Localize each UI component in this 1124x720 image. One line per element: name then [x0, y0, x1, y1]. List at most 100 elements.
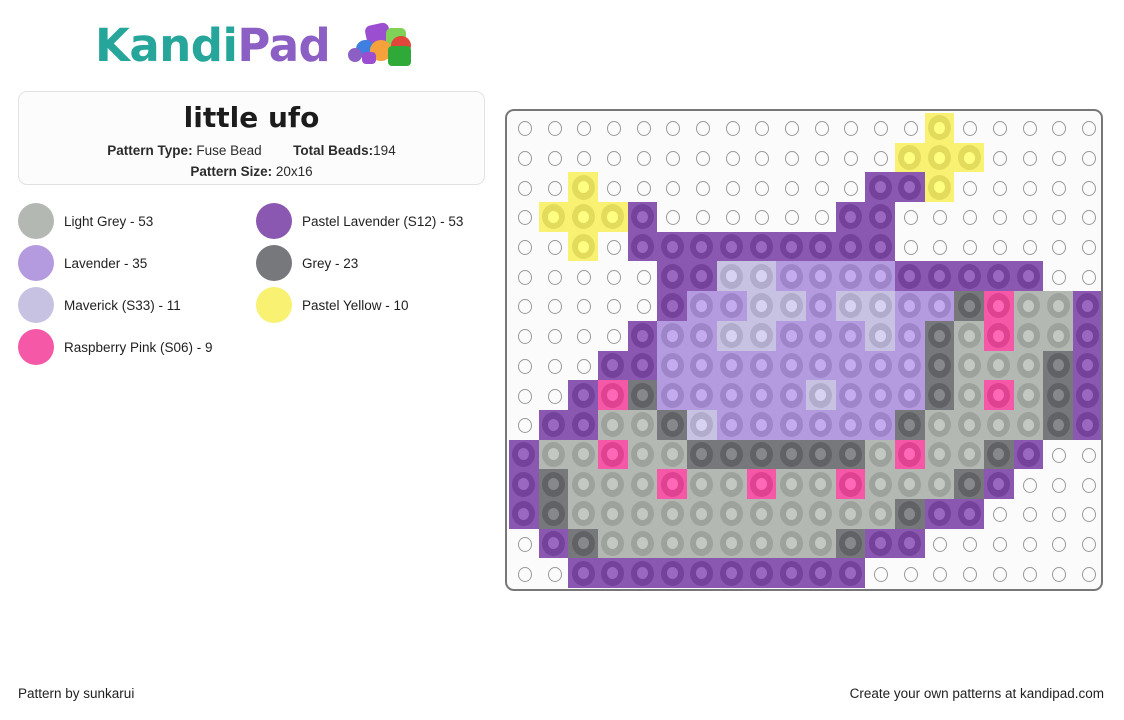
bead-cell-filled[interactable] — [1073, 320, 1101, 351]
bead-cell-filled[interactable] — [538, 409, 569, 440]
bead-cell-empty[interactable] — [1014, 172, 1044, 202]
bead-cell-empty[interactable] — [568, 351, 598, 381]
bead-cell-empty[interactable] — [1073, 172, 1101, 202]
bead-cell-filled[interactable] — [627, 409, 658, 440]
legend-item-grey[interactable]: Grey - 23 — [256, 242, 488, 284]
bead-cell-filled[interactable] — [716, 350, 747, 381]
bead-cell-filled[interactable] — [598, 469, 628, 499]
bead-cell-empty[interactable] — [954, 232, 984, 262]
bead-cell-empty[interactable] — [1073, 469, 1101, 499]
bead-cell-filled[interactable] — [924, 291, 955, 321]
bead-cell-empty[interactable] — [836, 172, 866, 202]
bead-cell-empty[interactable] — [1043, 113, 1073, 143]
bead-cell-filled[interactable] — [924, 469, 955, 499]
bead-cell-filled[interactable] — [657, 261, 688, 292]
bead-cell-filled[interactable] — [954, 469, 984, 499]
bead-cell-filled[interactable] — [657, 350, 688, 381]
bead-cell-filled[interactable] — [924, 439, 955, 470]
bead-cell-empty[interactable] — [1073, 202, 1101, 232]
bead-cell-empty[interactable] — [628, 172, 658, 202]
bead-cell-filled[interactable] — [776, 498, 806, 529]
bead-cell-filled[interactable] — [776, 409, 806, 440]
bead-cell-filled[interactable] — [509, 469, 539, 499]
bead-cell-filled[interactable] — [984, 469, 1014, 499]
bead-cell-empty[interactable] — [1043, 202, 1073, 232]
bead-cell-filled[interactable] — [954, 350, 984, 381]
bead-cell-filled[interactable] — [865, 380, 895, 410]
bead-cell-filled[interactable] — [924, 320, 955, 351]
bead-cell-filled[interactable] — [687, 469, 717, 499]
bead-cell-filled[interactable] — [1013, 350, 1044, 381]
bead-cell-filled[interactable] — [568, 558, 599, 588]
bead-cell-empty[interactable] — [568, 261, 598, 291]
bead-cell-filled[interactable] — [687, 498, 717, 529]
bead-cell-filled[interactable] — [598, 350, 628, 381]
bead-cell-filled[interactable] — [776, 261, 806, 292]
bead-cell-filled[interactable] — [746, 498, 777, 529]
bead-cell-filled[interactable] — [865, 439, 895, 470]
bead-cell-empty[interactable] — [687, 202, 717, 232]
bead-cell-filled[interactable] — [805, 291, 836, 321]
bead-cell-empty[interactable] — [984, 113, 1014, 143]
bead-cell-filled[interactable] — [865, 469, 895, 499]
bead-cell-empty[interactable] — [1043, 143, 1073, 173]
bead-cell-filled[interactable] — [776, 558, 806, 588]
bead-cell-filled[interactable] — [598, 202, 628, 232]
bead-cell-empty[interactable] — [539, 291, 569, 321]
bead-cell-filled[interactable] — [746, 380, 777, 410]
bead-cell-empty[interactable] — [1043, 469, 1073, 499]
bead-cell-filled[interactable] — [835, 528, 866, 559]
bead-cell-empty[interactable] — [895, 202, 925, 232]
bead-cell-filled[interactable] — [746, 231, 777, 262]
bead-cell-filled[interactable] — [568, 380, 599, 410]
legend-item-raspberry_pink[interactable]: Raspberry Pink (S06) - 9 — [18, 326, 250, 368]
bead-cell-empty[interactable] — [539, 261, 569, 291]
bead-cell-empty[interactable] — [598, 143, 628, 173]
bead-cell-filled[interactable] — [687, 528, 717, 559]
bead-cell-empty[interactable] — [717, 143, 747, 173]
bead-cell-empty[interactable] — [568, 113, 598, 143]
bead-cell-filled[interactable] — [746, 291, 777, 321]
bead-cell-empty[interactable] — [1073, 143, 1101, 173]
bead-cell-empty[interactable] — [954, 529, 984, 559]
bead-cell-filled[interactable] — [716, 469, 747, 499]
bead-cell-empty[interactable] — [657, 143, 687, 173]
bead-cell-empty[interactable] — [895, 558, 925, 588]
bead-cell-empty[interactable] — [954, 202, 984, 232]
bead-cell-filled[interactable] — [598, 498, 628, 529]
bead-cell-empty[interactable] — [984, 558, 1014, 588]
bead-cell-empty[interactable] — [539, 172, 569, 202]
bead-cell-empty[interactable] — [657, 172, 687, 202]
bead-cell-filled[interactable] — [716, 498, 747, 529]
bead-cell-empty[interactable] — [984, 232, 1014, 262]
bead-cell-filled[interactable] — [865, 172, 895, 203]
bead-cell-filled[interactable] — [716, 320, 747, 351]
bead-cell-filled[interactable] — [657, 320, 688, 351]
bead-cell-filled[interactable] — [716, 439, 747, 470]
bead-cell-empty[interactable] — [954, 558, 984, 588]
bead-cell-filled[interactable] — [805, 469, 836, 499]
bead-cell-filled[interactable] — [509, 439, 539, 470]
bead-cell-filled[interactable] — [805, 231, 836, 262]
bead-cell-filled[interactable] — [924, 113, 955, 143]
bead-cell-filled[interactable] — [776, 320, 806, 351]
bead-cell-filled[interactable] — [954, 498, 984, 529]
bead-cell-empty[interactable] — [1043, 172, 1073, 202]
bead-cell-filled[interactable] — [568, 409, 599, 440]
bead-cell-filled[interactable] — [657, 409, 688, 440]
bead-cell-empty[interactable] — [1073, 232, 1101, 262]
bead-cell-filled[interactable] — [984, 380, 1014, 410]
bead-cell-filled[interactable] — [865, 320, 895, 351]
bead-cell-empty[interactable] — [1073, 440, 1101, 470]
bead-cell-filled[interactable] — [1043, 320, 1074, 351]
bead-cell-empty[interactable] — [598, 232, 628, 262]
bead-cell-filled[interactable] — [835, 291, 866, 321]
bead-cell-filled[interactable] — [805, 439, 836, 470]
bead-cell-filled[interactable] — [924, 380, 955, 410]
bead-cell-filled[interactable] — [776, 291, 806, 321]
bead-cell-filled[interactable] — [746, 350, 777, 381]
bead-cell-empty[interactable] — [568, 143, 598, 173]
bead-cell-filled[interactable] — [835, 231, 866, 262]
bead-cell-filled[interactable] — [746, 320, 777, 351]
bead-cell-empty[interactable] — [509, 558, 539, 588]
